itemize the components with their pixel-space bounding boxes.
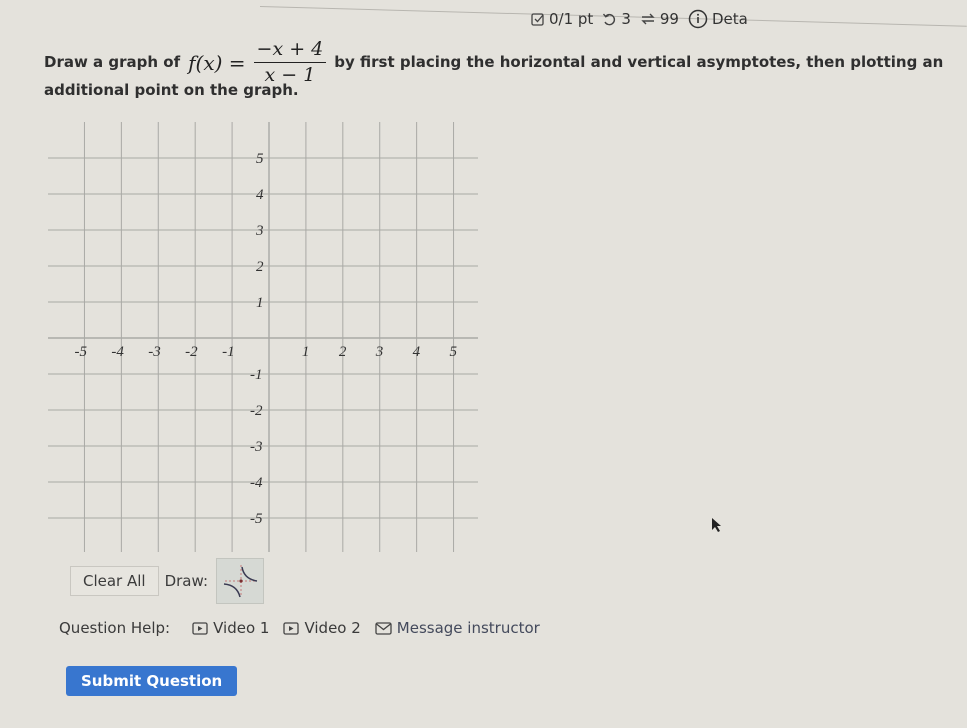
details-label[interactable]: Deta [712,10,748,28]
fraction: −x + 4 x − 1 [253,40,327,85]
message-instructor-label[interactable]: Message instructor [397,619,540,637]
retry-icon [603,13,616,25]
y-tick-label: -1 [250,367,263,383]
graph-grid[interactable]: -5 -4 -3 -2 -1 1 2 3 4 5 5 4 3 2 1 -1 -2 -3 -4 -5 [48,122,478,552]
x-tick-label: 4 [413,344,421,360]
question-line2: additional point on the graph. [44,81,299,99]
x-tick-label: 5 [450,344,458,360]
x-tick-label: 1 [302,344,310,360]
y-tick-label: 1 [256,295,264,311]
draw-label: Draw: [164,572,209,590]
checkbox-icon [531,13,544,26]
x-tick-label: -3 [148,344,161,360]
rational-function-tool-button[interactable] [216,558,265,604]
numerator: −x + 4 [253,40,327,63]
envelope-icon [375,621,392,635]
x-tick-label: -2 [185,344,198,360]
y-tick-label: -4 [250,475,263,491]
mouse-cursor-icon [711,517,723,537]
submit-question-button[interactable]: Submit Question [66,666,238,696]
y-tick-label: 2 [256,259,264,275]
hyperbola-icon [223,565,258,598]
function-lhs: f(x) = [188,50,246,75]
score-indicator: 0/1 pt [531,10,593,28]
video-2-link[interactable]: Video 2 [283,619,361,637]
y-tick-label: 4 [256,187,264,203]
question-suffix: by first placing the horizontal and vert… [334,53,944,71]
question-text: Draw a graph of f(x) = −x + 4 x − 1 by f… [44,40,967,98]
x-tick-label: -1 [222,344,235,360]
question-help: Question Help: Video 1 Video 2 Message i… [59,619,546,637]
repeat-icon [641,13,655,25]
y-tick-label: -3 [250,439,263,455]
clear-all-button[interactable]: Clear All [70,566,159,596]
video-1-link[interactable]: Video 1 [192,619,269,637]
attempts-count: 99 [659,10,679,28]
video-1-label[interactable]: Video 1 [213,619,269,637]
question-help-label: Question Help: [59,619,171,637]
attempts-indicator: 99 [640,10,679,28]
y-tick-label: -2 [250,403,263,419]
status-bar: 0/1 pt 3 99 Deta [531,9,748,29]
details-link[interactable]: Deta [688,9,748,29]
question-prefix: Draw a graph of [44,53,181,71]
retries-indicator: 3 [602,10,631,28]
message-instructor-link[interactable]: Message instructor [375,619,540,637]
score-text: 0/1 pt [549,10,594,28]
drawing-toolbar: Clear All Draw: [70,558,265,604]
video-icon [192,621,208,635]
x-tick-label: 3 [375,344,384,360]
video-icon [283,621,300,635]
x-tick-label: -4 [111,344,124,360]
graph-canvas[interactable]: -5 -4 -3 -2 -1 1 2 3 4 5 5 4 3 2 1 -1 -2 -3 -4 -5 [48,122,478,552]
y-tick-label: -5 [250,511,263,527]
y-tick-label: 5 [256,151,264,167]
video-2-label[interactable]: Video 2 [304,619,360,637]
retries-count: 3 [621,10,631,28]
y-tick-label: 3 [255,223,264,239]
function-expression: f(x) = −x + 4 x − 1 [188,40,327,85]
x-tick-label: -5 [74,344,87,360]
x-tick-label: 2 [339,344,347,360]
info-icon [688,9,708,29]
